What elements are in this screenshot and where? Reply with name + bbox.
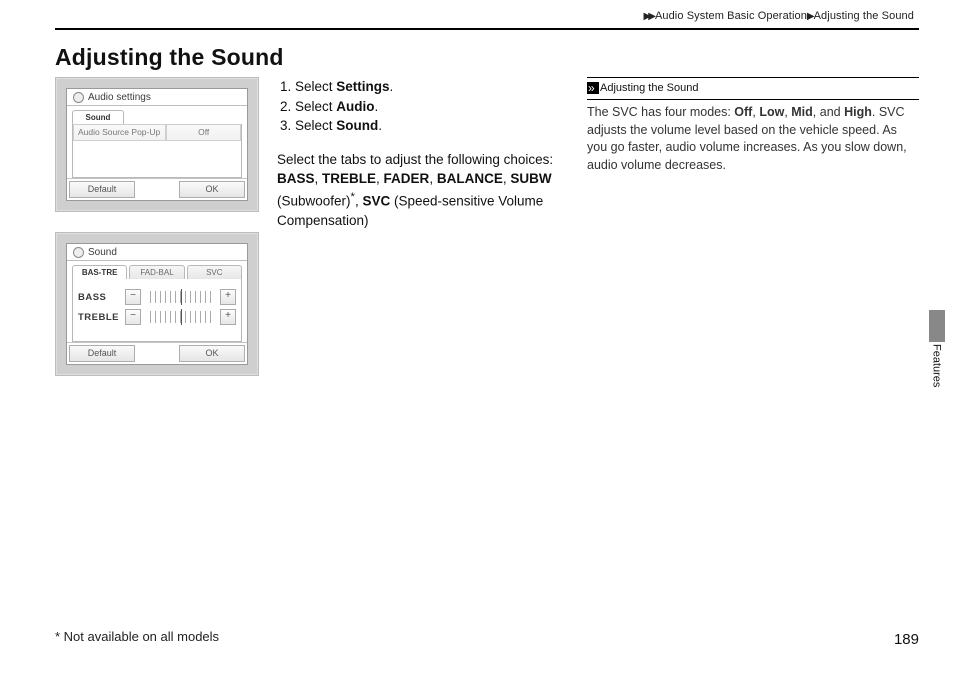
page-title: Adjusting the Sound bbox=[55, 44, 919, 71]
bass-minus-button[interactable]: − bbox=[125, 289, 141, 305]
setting-row-value[interactable]: Off bbox=[166, 124, 241, 141]
breadcrumb-1: Audio System Basic Operation bbox=[655, 10, 807, 22]
tab-bas-tre[interactable]: BAS-TRE bbox=[72, 265, 127, 279]
back-icon[interactable] bbox=[73, 247, 84, 258]
chevron-icon: ▶ bbox=[807, 11, 812, 22]
side-tab-label: Features bbox=[931, 344, 943, 387]
double-chevron-icon bbox=[587, 82, 599, 94]
steps-list: Select Settings. Select Audio. Select So… bbox=[277, 77, 569, 136]
tab-sound[interactable]: Sound bbox=[72, 110, 124, 124]
tab-fad-bal[interactable]: FAD-BAL bbox=[129, 265, 184, 279]
default-button[interactable]: Default bbox=[69, 345, 135, 362]
breadcrumb: ▶▶Audio System Basic Operation▶Adjusting… bbox=[55, 10, 919, 22]
ok-button[interactable]: OK bbox=[179, 345, 245, 362]
window-title: Sound bbox=[88, 247, 117, 258]
callout-header: Adjusting the Sound bbox=[587, 77, 919, 96]
step-2: Select Audio. bbox=[295, 97, 569, 117]
side-tab-block bbox=[929, 310, 945, 342]
page-number: 189 bbox=[894, 631, 919, 648]
ok-button[interactable]: OK bbox=[179, 181, 245, 198]
tab-svc[interactable]: SVC bbox=[187, 265, 242, 279]
step-3: Select Sound. bbox=[295, 116, 569, 136]
back-icon[interactable] bbox=[73, 92, 84, 103]
footnote: * Not available on all models bbox=[55, 629, 219, 644]
instruction-text: Select the tabs to adjust the following … bbox=[277, 150, 569, 231]
step-1: Select Settings. bbox=[295, 77, 569, 97]
bass-slider[interactable] bbox=[146, 291, 215, 303]
slider-label-treble: TREBLE bbox=[78, 312, 120, 323]
treble-minus-button[interactable]: − bbox=[125, 309, 141, 325]
window-title: Audio settings bbox=[88, 92, 151, 103]
treble-plus-button[interactable]: + bbox=[220, 309, 236, 325]
slider-label-bass: BASS bbox=[78, 292, 120, 303]
default-button[interactable]: Default bbox=[69, 181, 135, 198]
header-rule bbox=[55, 28, 919, 30]
screenshot-audio-settings: Audio settings Sound Audio Source Pop-Up… bbox=[55, 77, 259, 212]
setting-row-label: Audio Source Pop-Up bbox=[73, 124, 166, 141]
bass-plus-button[interactable]: + bbox=[220, 289, 236, 305]
breadcrumb-2: Adjusting the Sound bbox=[814, 10, 914, 22]
chevron-icon: ▶▶ bbox=[644, 11, 653, 22]
callout-body: The SVC has four modes: Off, Low, Mid, a… bbox=[587, 99, 919, 174]
screenshot-sound: Sound BAS-TRE FAD-BAL SVC BASS − bbox=[55, 232, 259, 376]
side-tab: Features bbox=[919, 310, 954, 387]
treble-slider[interactable] bbox=[146, 311, 215, 323]
